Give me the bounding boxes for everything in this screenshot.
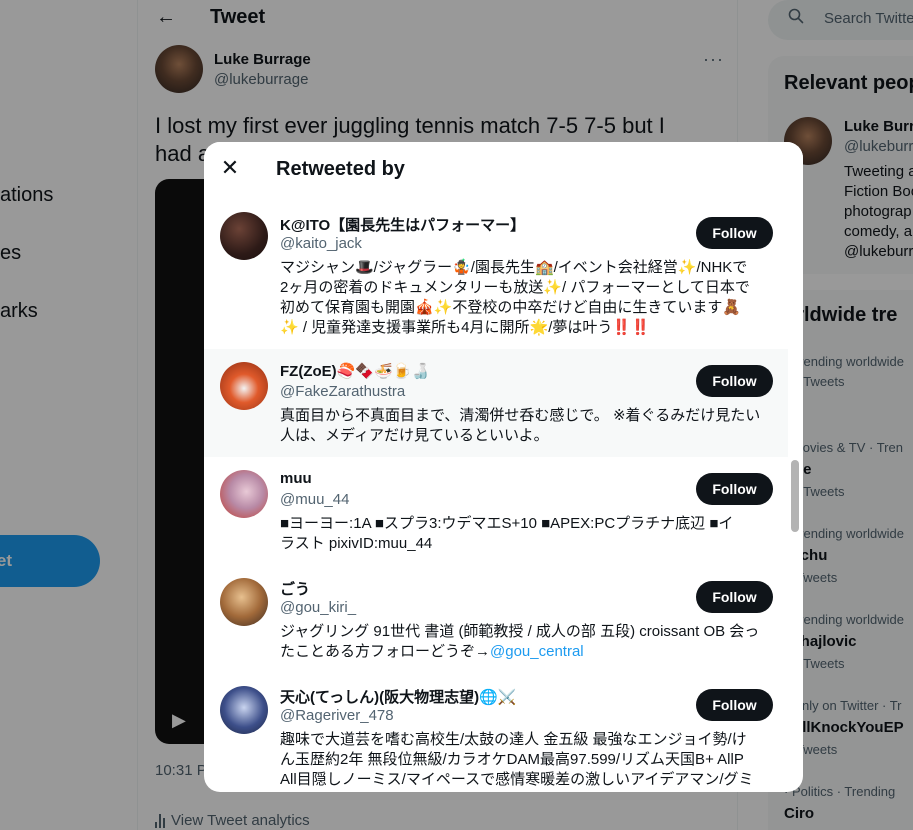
user-bio-line: 初めて保育園も開園🎪✨不登校の中卒だけど自由に生きています🧸	[280, 299, 742, 316]
user-name[interactable]: 天心(てっしん)(阪大物理志望)🌐⚔️	[280, 686, 516, 707]
user-bio-line: 真面目から不真面目まで、清濁併せ呑む感じで。 ※着ぐるみだけ見たい	[280, 407, 761, 424]
user-bio: ジャグリング 91世代 書道 (師範教授 / 成人の部 五段) croissan…	[280, 622, 780, 662]
user-bio-line: ■ヨーヨー:1A ■スプラ3:ウデマエS+10 ■APEX:PCプラチナ底辺 ■…	[280, 515, 734, 532]
scrollbar[interactable]	[791, 460, 799, 532]
user-bio-text: たことある方フォローどうぞ→	[280, 643, 491, 660]
user-bio-line: 趣味で大道芸を嗜む高校生/太鼓の達人 金五級 最強なエンジョイ勢/け	[280, 731, 747, 748]
user-bio-line: マジシャン🎩/ジャグラー🤹/園長先生🏫/イベント会社経営✨/NHKで	[280, 259, 748, 276]
user-avatar[interactable]	[220, 470, 268, 518]
user-avatar[interactable]	[220, 212, 268, 260]
user-bio-line: 2ヶ月の密着のドキュメンタリーも放送✨/ パフォーマーとして日本で	[280, 279, 750, 296]
user-bio: ■ヨーヨー:1A ■スプラ3:ウデマエS+10 ■APEX:PCプラチナ底辺 ■…	[280, 514, 780, 554]
user-name[interactable]: muu	[280, 470, 312, 487]
user-handle[interactable]: @muu_44	[280, 491, 349, 508]
user-name[interactable]: ごう	[280, 578, 310, 599]
user-bio-line: All目隠しノーミス/マイペースで感情寒暖差の激しいアイデアマン/グミ	[280, 771, 754, 788]
user-bio-line: ジャグリング 91世代 書道 (師範教授 / 成人の部 五段) croissan…	[280, 623, 760, 640]
follow-button[interactable]: Follow	[696, 365, 773, 397]
user-name[interactable]: K@ITO【園長先生はパフォーマー】	[280, 214, 525, 235]
user-bio-line: 人は、メディアだけ見ているといいよ。	[280, 427, 549, 444]
follow-button[interactable]: Follow	[696, 689, 773, 721]
user-bio-line: ん玉歴約2年 無段位無級/カラオケDAM最高97.599/リズム天国B+ All…	[280, 751, 744, 768]
close-icon[interactable]: ✕	[218, 155, 242, 180]
retweeted-by-dialog: ✕ Retweeted by K@ITO【園長先生はパフォーマー】 @kaito…	[204, 142, 803, 792]
user-handle[interactable]: @gou_kiri_	[280, 599, 356, 616]
follow-button[interactable]: Follow	[696, 217, 773, 249]
user-bio-line: ✨ / 児童発達支援事業所も4月に開所🌟/夢は叶う‼️‼️	[280, 319, 650, 336]
user-bio: 趣味で大道芸を嗜む高校生/太鼓の達人 金五級 最強なエンジョイ勢/け ん玉歴約2…	[280, 730, 780, 790]
user-bio-line: ラスト pixivID:muu_44	[280, 535, 433, 552]
user-avatar[interactable]	[220, 362, 268, 410]
user-bio: マジシャン🎩/ジャグラー🤹/園長先生🏫/イベント会社経営✨/NHKで 2ヶ月の密…	[280, 258, 780, 338]
follow-button[interactable]: Follow	[696, 473, 773, 505]
user-avatar[interactable]	[220, 686, 268, 734]
user-bio-line: たことある方フォローどうぞ→@gou_central	[280, 642, 780, 662]
user-avatar[interactable]	[220, 578, 268, 626]
user-handle[interactable]: @kaito_jack	[280, 235, 362, 252]
follow-button[interactable]: Follow	[696, 581, 773, 613]
user-cell[interactable]: 天心(てっしん)(阪大物理志望)🌐⚔️ @Rageriver_478 Follo…	[204, 673, 788, 792]
dialog-title: Retweeted by	[276, 158, 405, 180]
user-name[interactable]: FZ(ZoE)🍣🍫🍜🍺🍶	[280, 362, 430, 380]
user-bio: 真面目から不真面目まで、清濁併せ呑む感じで。 ※着ぐるみだけ見たい 人は、メディ…	[280, 406, 780, 446]
dialog-header: ✕ Retweeted by	[204, 142, 803, 195]
user-cell[interactable]: muu @muu_44 Follow ■ヨーヨー:1A ■スプラ3:ウデマエS+…	[204, 457, 788, 565]
user-cell[interactable]: ごう @gou_kiri_ Follow ジャグリング 91世代 書道 (師範教…	[204, 565, 788, 673]
user-bio-link[interactable]: @gou_central	[490, 643, 584, 660]
user-cell[interactable]: K@ITO【園長先生はパフォーマー】 @kaito_jack Follow マジ…	[204, 195, 788, 349]
user-cell[interactable]: FZ(ZoE)🍣🍫🍜🍺🍶 @FakeZarathustra Follow 真面目…	[204, 349, 788, 457]
user-handle[interactable]: @Rageriver_478	[280, 707, 394, 724]
user-handle[interactable]: @FakeZarathustra	[280, 383, 405, 400]
